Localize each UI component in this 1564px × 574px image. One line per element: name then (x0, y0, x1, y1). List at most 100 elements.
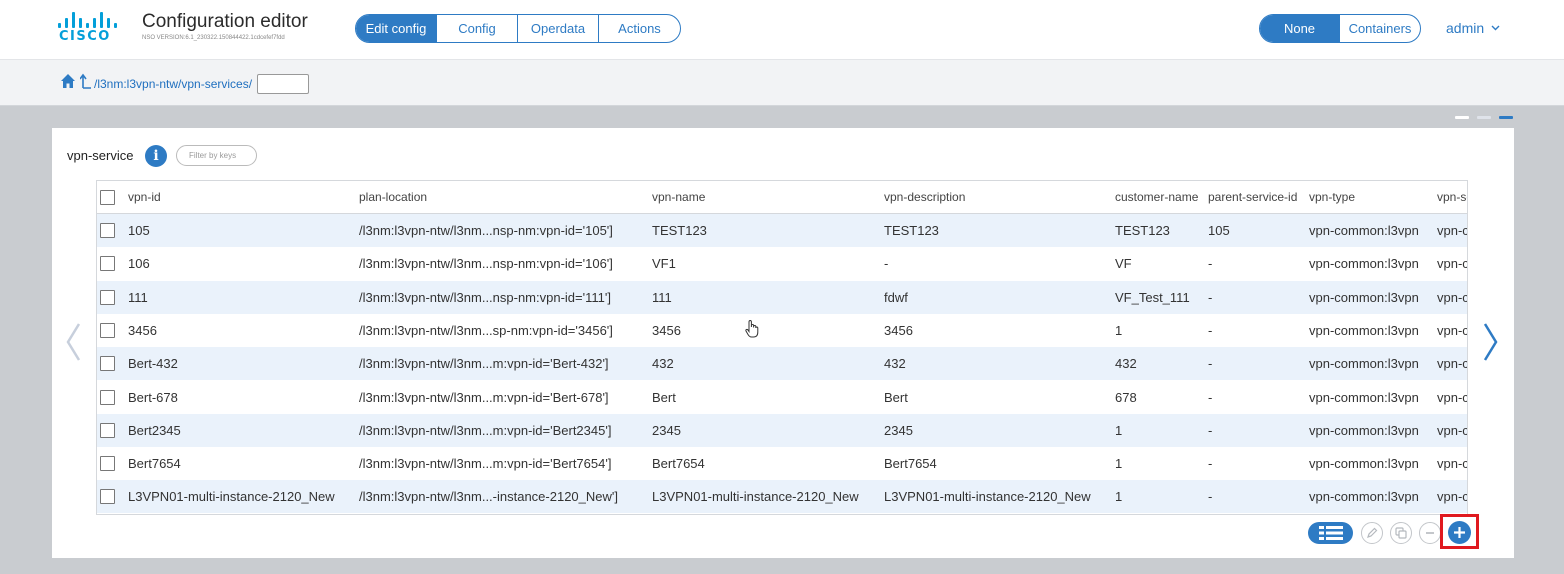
row-checkbox[interactable] (100, 289, 115, 305)
add-icon (1454, 527, 1465, 538)
copy-button[interactable] (1390, 522, 1412, 544)
cell-vpn-se: vpn-c (1437, 256, 1468, 272)
hand-cursor-icon (745, 320, 759, 338)
breadcrumb[interactable]: /l3nm:l3vpn-ntw/vpn-services/ (94, 77, 252, 91)
cell-plan-location: /l3nm:l3vpn-ntw/l3nm...sp-nm:vpn-id='345… (359, 322, 613, 338)
cell-parent-service-id: - (1208, 389, 1213, 405)
cell-parent-service-id: - (1208, 422, 1213, 438)
cell-vpn-id[interactable]: Bert7654 (128, 447, 353, 480)
table-row[interactable]: 106/l3nm:l3vpn-ntw/l3nm...nsp-nm:vpn-id=… (97, 247, 1468, 280)
app-version: NSO VERSION:6.1_230322.150844422.1cdcefe… (142, 35, 285, 41)
cell-plan-location: /l3nm:l3vpn-ntw/l3nm...m:vpn-id='Bert-43… (359, 356, 609, 372)
cisco-logo: CISCO (56, 12, 118, 46)
cell-vpn-se: vpn-c (1437, 422, 1468, 438)
table-row[interactable]: L3VPN01-multi-instance-2120_New/l3nm:l3v… (97, 480, 1468, 514)
cell-vpn-description: 432 (884, 356, 906, 372)
copy-icon (1395, 527, 1407, 539)
cell-plan-location: /l3nm:l3vpn-ntw/l3nm...m:vpn-id='Bert765… (359, 456, 612, 472)
user-name: admin (1446, 20, 1485, 36)
cell-vpn-id[interactable]: 106 (128, 247, 353, 280)
tab-config[interactable]: Config (437, 15, 518, 42)
row-checkbox[interactable] (100, 389, 115, 405)
breadcrumb-input[interactable] (257, 74, 309, 94)
cell-vpn-se: vpn-c (1437, 489, 1468, 505)
edit-icon (1367, 527, 1378, 538)
table-row[interactable]: 111/l3nm:l3vpn-ntw/l3nm...nsp-nm:vpn-id=… (97, 280, 1467, 314)
pagination-indicator (1455, 116, 1515, 120)
user-menu[interactable]: admin (1446, 20, 1500, 36)
column-header-vpn-description[interactable]: vpn-description (884, 181, 1111, 214)
table-row[interactable]: Bert2345/l3nm:l3vpn-ntw/l3nm...m:vpn-id=… (97, 413, 1468, 447)
top-header: CISCO Configuration editor NSO VERSION:6… (0, 0, 1564, 60)
remove-icon (1426, 532, 1434, 534)
tab-operdata[interactable]: Operdata (518, 15, 599, 42)
cell-vpn-id[interactable]: 105 (128, 214, 353, 247)
cell-vpn-name: L3VPN01-multi-instance-2120_New (652, 489, 859, 505)
row-checkbox[interactable] (100, 256, 115, 272)
up-level-icon[interactable] (80, 73, 92, 89)
cell-vpn-description: 2345 (884, 422, 913, 438)
vpn-service-table: vpn-id plan-location vpn-name vpn-descri… (96, 180, 1468, 515)
cell-plan-location: /l3nm:l3vpn-ntw/l3nm...m:vpn-id='Bert234… (359, 422, 612, 438)
cell-customer-name: VF_Test_111 (1115, 289, 1190, 305)
row-checkbox[interactable] (100, 356, 115, 372)
cell-vpn-id[interactable]: L3VPN01-multi-instance-2120_New (128, 480, 353, 513)
cell-customer-name: 1 (1115, 422, 1123, 438)
cell-vpn-id[interactable]: 111 (128, 281, 353, 314)
select-all-checkbox[interactable] (100, 190, 115, 205)
cell-vpn-id[interactable]: Bert-432 (128, 347, 353, 380)
cell-vpn-description: fdwf (884, 289, 908, 305)
table-row[interactable]: 3456/l3nm:l3vpn-ntw/l3nm...sp-nm:vpn-id=… (97, 314, 1467, 347)
list-view-button[interactable] (1308, 522, 1353, 544)
cell-vpn-id[interactable]: Bert2345 (128, 414, 353, 447)
cell-parent-service-id: 105 (1208, 223, 1230, 238)
cell-vpn-description: 3456 (884, 322, 913, 338)
row-checkbox[interactable] (100, 223, 115, 238)
cell-vpn-type: vpn-common:l3vpn (1309, 489, 1419, 505)
row-checkbox[interactable] (100, 322, 115, 338)
column-header-vpn-id[interactable]: vpn-id (128, 181, 353, 214)
cell-vpn-id[interactable]: 3456 (128, 314, 353, 347)
home-icon[interactable] (61, 74, 75, 88)
column-header-parent-service-id[interactable]: parent-service-id (1208, 181, 1306, 214)
info-icon[interactable]: i (145, 145, 167, 167)
cell-customer-name: 1 (1115, 489, 1123, 505)
previous-page-arrow-icon[interactable] (64, 322, 82, 362)
cell-parent-service-id: - (1208, 322, 1213, 338)
filter-by-keys-input[interactable] (176, 145, 257, 166)
column-header-customer-name[interactable]: customer-name (1115, 181, 1205, 214)
view-mode-containers[interactable]: Containers (1340, 15, 1420, 42)
list-title: vpn-service (67, 148, 134, 163)
table-row[interactable]: Bert-432/l3nm:l3vpn-ntw/l3nm...m:vpn-id=… (97, 347, 1467, 381)
cell-parent-service-id: - (1208, 456, 1213, 472)
cell-parent-service-id: - (1208, 356, 1213, 372)
row-checkbox[interactable] (100, 422, 115, 438)
cell-vpn-description: - (884, 256, 889, 272)
edit-button[interactable] (1361, 522, 1383, 544)
row-checkbox[interactable] (100, 489, 115, 505)
cell-vpn-se: vpn-c (1437, 223, 1468, 238)
next-page-arrow-icon[interactable] (1482, 322, 1500, 362)
column-header-plan-location[interactable]: plan-location (359, 181, 649, 214)
cell-vpn-name: 3456 (652, 322, 681, 338)
column-header-vpn-type[interactable]: vpn-type (1309, 181, 1434, 214)
table-header-row: vpn-id plan-location vpn-name vpn-descri… (97, 181, 1467, 214)
add-button[interactable] (1448, 521, 1471, 544)
row-checkbox[interactable] (100, 456, 115, 472)
view-mode-none[interactable]: None (1260, 15, 1340, 42)
cisco-logo-bars-icon (58, 12, 117, 28)
table-row[interactable]: Bert7654/l3nm:l3vpn-ntw/l3nm...m:vpn-id=… (97, 447, 1467, 480)
cell-customer-name: 678 (1115, 389, 1137, 405)
cell-customer-name: TEST123 (1115, 223, 1170, 238)
cell-customer-name: 1 (1115, 322, 1123, 338)
tab-actions[interactable]: Actions (599, 15, 680, 42)
tab-edit-config[interactable]: Edit config (356, 15, 437, 42)
cell-vpn-name: 2345 (652, 422, 681, 438)
column-header-vpn-name[interactable]: vpn-name (652, 181, 879, 214)
cell-vpn-id[interactable]: Bert-678 (128, 381, 353, 414)
column-header-vpn-se[interactable]: vpn-se (1437, 181, 1467, 214)
cell-plan-location: /l3nm:l3vpn-ntw/l3nm...nsp-nm:vpn-id='11… (359, 289, 611, 305)
table-row[interactable]: Bert-678/l3nm:l3vpn-ntw/l3nm...m:vpn-id=… (97, 381, 1467, 414)
remove-button[interactable] (1419, 522, 1441, 544)
table-row[interactable]: 105/l3nm:l3vpn-ntw/l3nm...nsp-nm:vpn-id=… (97, 214, 1468, 247)
